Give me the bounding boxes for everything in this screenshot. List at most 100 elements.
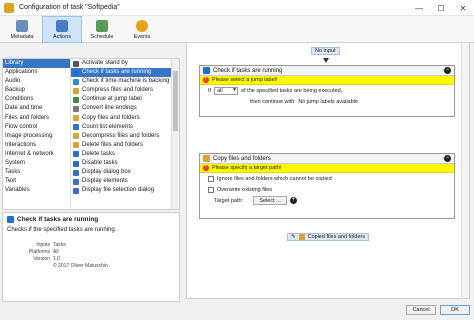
action-item[interactable]: Check if time machine is backing up data <box>71 77 172 86</box>
meta-value: 1.0 <box>53 256 60 262</box>
tasks-icon <box>203 67 210 74</box>
add-icon[interactable]: + <box>290 197 298 204</box>
action-icon <box>73 169 79 176</box>
output-tag: ✎ Copied files and folders <box>287 233 370 241</box>
tab-events[interactable]: Events <box>122 16 162 43</box>
action-label: Display file selection dialog <box>82 187 155 194</box>
action-icon <box>73 106 79 113</box>
warning-icon: ! <box>203 77 209 83</box>
tab-actions[interactable]: Actions <box>42 16 82 43</box>
action-label: Check if time machine is backing up data <box>82 78 172 85</box>
maximize-button[interactable]: ☐ <box>430 0 452 16</box>
minimize-button[interactable]: — <box>408 0 430 16</box>
action-item[interactable]: Continue at jump label <box>71 95 172 104</box>
action-icon <box>73 142 79 149</box>
meta-row: Platforms All <box>20 249 140 256</box>
category-item[interactable]: Audio <box>3 77 70 86</box>
workflow-canvas: No input Check if tasks are running − ! Pl… <box>186 42 470 299</box>
overwrite-checkbox[interactable] <box>208 186 214 193</box>
toolbar: Metadata Actions Schedule Events <box>0 16 474 43</box>
action-label: Delete files and folders <box>82 141 144 148</box>
category-item[interactable]: Interactions <box>3 141 70 150</box>
action-library-panel: Library Applications Audio Backup Conditions… <box>2 58 180 210</box>
action-label: Display elements <box>82 178 128 185</box>
category-item[interactable]: Text <box>3 177 70 186</box>
action-item[interactable]: Check if tasks are running <box>71 68 172 78</box>
select-target-button[interactable]: Select ... <box>253 196 288 205</box>
tab-schedule[interactable]: Schedule <box>82 16 122 43</box>
action-icon <box>73 69 79 76</box>
arrow-down-icon <box>323 58 329 63</box>
category-item[interactable]: Date and time <box>3 104 70 113</box>
condition-select[interactable]: all <box>214 86 239 95</box>
category-item[interactable]: Tasks <box>3 168 70 177</box>
action-item[interactable]: Compress files and folders <box>71 86 172 95</box>
tab-metadata[interactable]: Metadata <box>2 16 42 43</box>
action-item[interactable]: Delete tasks <box>71 150 172 159</box>
action-item[interactable]: Decompress files and folders <box>71 132 172 141</box>
collapse-icon[interactable]: − <box>444 155 451 162</box>
events-icon <box>136 19 148 32</box>
meta-row: Version 1.0 <box>20 256 140 263</box>
action-block-copy-files[interactable]: Copy files and folders − ! Please specify … <box>199 153 455 219</box>
meta-key: Platforms <box>28 249 50 255</box>
category-item[interactable]: Files and folders <box>3 114 70 123</box>
meta-key <box>20 263 50 270</box>
action-list-scrollbar[interactable] <box>171 59 179 209</box>
description-title: Check if tasks are running <box>17 216 99 223</box>
action-item[interactable]: Convert line endings <box>71 104 172 113</box>
action-item[interactable]: Display dialog box <box>71 168 172 177</box>
jump-label-select[interactable]: No jump labels available <box>298 99 358 105</box>
category-item[interactable]: System <box>3 159 70 168</box>
collapse-icon[interactable]: − <box>444 67 451 74</box>
action-item[interactable]: Count list elements <box>71 123 172 132</box>
meta-key: Inputs <box>36 242 50 248</box>
category-item[interactable]: Applications <box>3 68 70 77</box>
action-label: Check if tasks are running <box>82 69 152 76</box>
action-item[interactable]: Activate stand by <box>71 59 172 68</box>
action-icon <box>73 115 79 122</box>
action-item[interactable]: Display elements <box>71 177 172 186</box>
category-list: Library Applications Audio Backup Conditions… <box>3 59 71 209</box>
close-button[interactable]: ✕ <box>452 0 474 16</box>
category-item[interactable]: Backup <box>3 86 70 95</box>
ignore-errors-checkbox[interactable] <box>208 175 214 182</box>
action-icon <box>73 187 79 194</box>
warning-icon: ! <box>203 165 209 171</box>
category-item[interactable]: Variables <box>3 186 70 195</box>
action-block-check-tasks[interactable]: Check if tasks are running − ! Please sele… <box>199 65 455 117</box>
action-item[interactable]: Copy files and folders <box>71 114 172 123</box>
category-item[interactable]: Library <box>3 59 70 69</box>
action-icon <box>73 96 79 103</box>
meta-key: Version <box>33 256 50 262</box>
action-item[interactable]: Display file selection dialog <box>71 186 172 195</box>
category-item[interactable]: Conditions <box>3 95 70 104</box>
no-input-tag: No input <box>311 47 340 55</box>
cancel-button[interactable]: Cancel <box>406 305 436 315</box>
action-icon <box>73 124 79 131</box>
workflow-scrollbar[interactable] <box>461 43 469 298</box>
action-item[interactable]: Disable tasks <box>71 159 172 168</box>
category-item[interactable]: Image processing <box>3 132 70 141</box>
action-label: Activate stand by <box>82 60 128 66</box>
ok-button[interactable]: OK <box>440 305 470 315</box>
meta-value: All <box>53 249 59 255</box>
folder-icon <box>298 234 305 240</box>
action-label: Delete tasks <box>82 150 116 157</box>
metadata-icon <box>16 19 28 32</box>
action-icon <box>73 78 79 85</box>
action-item[interactable]: Delete files and folders <box>71 141 172 150</box>
action-label: Copy files and folders <box>82 114 140 121</box>
actions-icon <box>56 19 68 32</box>
category-item[interactable]: Internet & network <box>3 150 70 159</box>
action-icon <box>73 178 79 185</box>
action-icon <box>73 133 79 140</box>
action-list: Activate stand by Check if tasks are runn… <box>71 59 172 209</box>
category-item[interactable]: Flow control <box>3 123 70 132</box>
scrollbar-thumb[interactable] <box>173 71 178 131</box>
schedule-icon <box>96 19 108 32</box>
action-label: Disable tasks <box>82 160 118 167</box>
meta-value: Tasks <box>53 242 66 248</box>
window-title: Configuration of task "Softpedia" <box>19 4 120 11</box>
action-label: Convert line endings <box>82 105 137 112</box>
